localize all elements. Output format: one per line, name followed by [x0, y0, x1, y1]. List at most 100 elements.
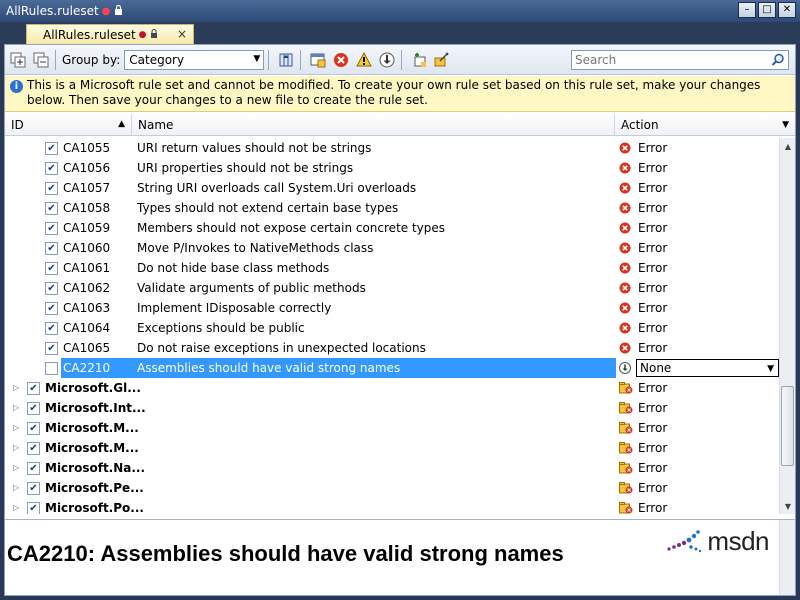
- scroll-up-icon[interactable]: ▲: [780, 138, 795, 154]
- table-row[interactable]: ✔ CA1060 Move P/Invokes to NativeMethods c…: [5, 238, 779, 258]
- rule-action[interactable]: Error: [638, 141, 667, 155]
- rule-checkbox[interactable]: ✔: [45, 302, 58, 315]
- minimize-button[interactable]: –: [738, 2, 756, 18]
- rule-action[interactable]: Error: [638, 321, 667, 335]
- group-action[interactable]: Error: [638, 401, 667, 415]
- rule-action[interactable]: Error: [638, 281, 667, 295]
- group-row[interactable]: ▷ ✔ Microsoft.M... Error: [5, 438, 779, 458]
- search-icon[interactable]: [771, 53, 785, 67]
- search-input[interactable]: [572, 51, 762, 69]
- column-header-name[interactable]: Name: [132, 114, 615, 136]
- rule-checkbox[interactable]: ✔: [45, 202, 58, 215]
- collapse-all-icon[interactable]: [31, 50, 51, 70]
- rule-action[interactable]: Error: [638, 341, 667, 355]
- rule-action[interactable]: Error: [638, 301, 667, 315]
- group-checkbox[interactable]: ✔: [27, 462, 40, 475]
- filter-icon[interactable]: [308, 50, 328, 70]
- expand-arrow-icon[interactable]: ▷: [13, 403, 19, 412]
- rule-name: Exceptions should be public: [137, 321, 305, 335]
- none-filter-icon[interactable]: [377, 50, 397, 70]
- group-action[interactable]: Error: [638, 441, 667, 455]
- rule-action[interactable]: Error: [638, 241, 667, 255]
- expand-arrow-icon[interactable]: ▷: [13, 423, 19, 432]
- tab-label: AllRules.ruleset: [43, 27, 136, 42]
- group-by-select[interactable]: Category ▼: [124, 49, 265, 70]
- group-row[interactable]: ▷ ✔ Microsoft.Pe... Error: [5, 478, 779, 498]
- toolbar-separator: [55, 49, 56, 70]
- group-action[interactable]: Error: [638, 421, 667, 435]
- close-icon[interactable]: ×: [177, 27, 187, 41]
- group-action[interactable]: Error: [638, 501, 667, 514]
- group-name: Microsoft.M...: [45, 421, 139, 435]
- group-row[interactable]: ▷ ✔ Microsoft.Int... Error: [5, 398, 779, 418]
- group-row[interactable]: ▷ ✔ Microsoft.Po... Error: [5, 498, 779, 514]
- group-checkbox[interactable]: ✔: [27, 482, 40, 495]
- group-checkbox[interactable]: ✔: [27, 422, 40, 435]
- expand-arrow-icon[interactable]: ▷: [13, 383, 19, 392]
- table-row[interactable]: ✔ CA1064 Exceptions should be public Error: [5, 318, 779, 338]
- group-action[interactable]: Error: [638, 481, 667, 495]
- group-name: Microsoft.Na...: [45, 461, 146, 475]
- help-scrollbar[interactable]: [779, 520, 795, 595]
- expand-all-icon[interactable]: [8, 50, 28, 70]
- rule-checkbox[interactable]: ✔: [45, 222, 58, 235]
- group-checkbox[interactable]: ✔: [27, 402, 40, 415]
- vertical-scrollbar[interactable]: ▲ ▼: [779, 138, 795, 514]
- rule-action[interactable]: Error: [638, 201, 667, 215]
- expand-arrow-icon[interactable]: ▷: [13, 463, 19, 472]
- table-row[interactable]: CA2210 Assemblies should have valid stron…: [5, 358, 779, 378]
- column-options-icon[interactable]: [276, 50, 296, 70]
- group-row[interactable]: ▷ ✔ Microsoft.Gl... Error: [5, 378, 779, 398]
- group-action[interactable]: Error: [638, 461, 667, 475]
- expand-arrow-icon[interactable]: ▷: [13, 443, 19, 452]
- rule-action[interactable]: Error: [638, 161, 667, 175]
- column-header-id[interactable]: ID ▲: [5, 114, 132, 136]
- error-filter-icon[interactable]: [331, 50, 351, 70]
- rule-checkbox[interactable]: ✔: [45, 342, 58, 355]
- expand-arrow-icon[interactable]: ▷: [13, 503, 19, 512]
- error-icon: [619, 322, 631, 334]
- table-row[interactable]: ✔ CA1063 Implement IDisposable correctly Er…: [5, 298, 779, 318]
- scroll-thumb[interactable]: [781, 386, 794, 466]
- table-row[interactable]: ✔ CA1056 URI properties should not be stri…: [5, 158, 779, 178]
- rule-checkbox[interactable]: ✔: [45, 282, 58, 295]
- rules-grid: ID ▲ Name Action ▼ ✔ CA1055 URI return val…: [5, 114, 795, 514]
- rule-action[interactable]: Error: [638, 181, 667, 195]
- group-row[interactable]: ▷ ✔ Microsoft.M... Error: [5, 418, 779, 438]
- close-window-button[interactable]: ✕: [778, 2, 796, 18]
- maximize-button[interactable]: □: [758, 2, 776, 18]
- chevron-down-icon: ▼: [782, 120, 789, 130]
- info-bar: i This is a Microsoft rule set and canno…: [5, 76, 795, 112]
- rule-checkbox[interactable]: [45, 362, 58, 375]
- rule-checkbox[interactable]: ✔: [45, 142, 58, 155]
- rule-checkbox[interactable]: ✔: [45, 242, 58, 255]
- warning-filter-icon[interactable]: [354, 50, 374, 70]
- rule-checkbox[interactable]: ✔: [45, 262, 58, 275]
- expand-arrow-icon[interactable]: ▷: [13, 483, 19, 492]
- add-ruleset-icon[interactable]: [409, 50, 429, 70]
- group-action[interactable]: Error: [638, 381, 667, 395]
- group-row[interactable]: ▷ ✔ Microsoft.Na... Error: [5, 458, 779, 478]
- table-row[interactable]: ✔ CA1059 Members should not expose certain…: [5, 218, 779, 238]
- group-checkbox[interactable]: ✔: [27, 442, 40, 455]
- table-row[interactable]: ✔ CA1065 Do not raise exceptions in unexpe…: [5, 338, 779, 358]
- group-checkbox[interactable]: ✔: [27, 502, 40, 514]
- rule-action[interactable]: Error: [638, 261, 667, 275]
- rule-checkbox[interactable]: ✔: [45, 322, 58, 335]
- table-row[interactable]: ✔ CA1062 Validate arguments of public meth…: [5, 278, 779, 298]
- rule-action[interactable]: Error: [638, 221, 667, 235]
- scroll-down-icon[interactable]: ▼: [780, 498, 795, 514]
- properties-icon[interactable]: [432, 50, 452, 70]
- table-row[interactable]: ✔ CA1057 String URI overloads call System.…: [5, 178, 779, 198]
- error-icon: [619, 162, 631, 174]
- group-checkbox[interactable]: ✔: [27, 382, 40, 395]
- folder-error-icon: [619, 442, 633, 454]
- tab-allrules-ruleset[interactable]: AllRules.ruleset ● ×: [26, 24, 194, 44]
- column-header-action[interactable]: Action ▼: [615, 114, 795, 136]
- table-row[interactable]: ✔ CA1055 URI return values should not be s…: [5, 138, 779, 158]
- action-select[interactable]: None ▼: [636, 359, 779, 377]
- table-row[interactable]: ✔ CA1058 Types should not extend certain b…: [5, 198, 779, 218]
- rule-checkbox[interactable]: ✔: [45, 182, 58, 195]
- rule-checkbox[interactable]: ✔: [45, 162, 58, 175]
- table-row[interactable]: ✔ CA1061 Do not hide base class methods Err…: [5, 258, 779, 278]
